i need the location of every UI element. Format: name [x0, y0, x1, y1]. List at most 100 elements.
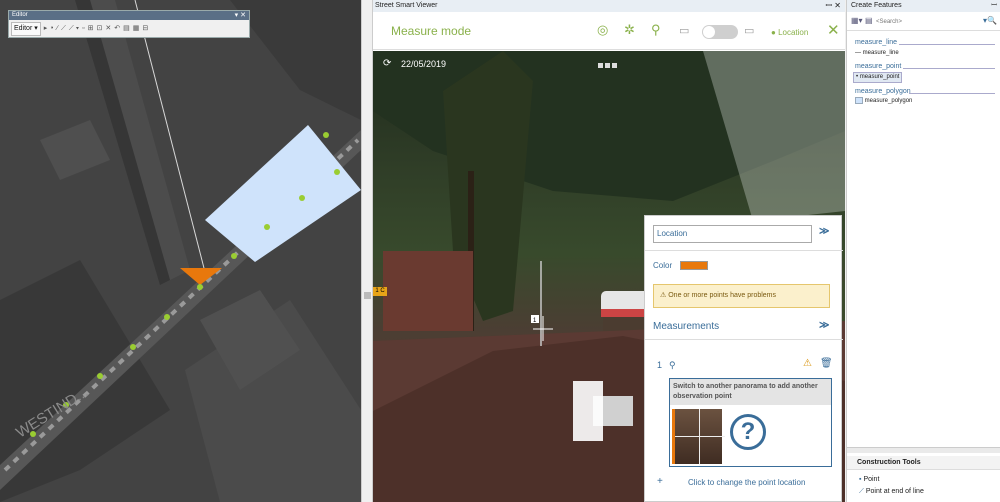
- map-point: [323, 132, 329, 138]
- help-icon[interactable]: ?: [730, 414, 766, 450]
- panel-divider: [645, 339, 843, 340]
- measurement-panel: Location ≫ Color ⚠ One or more points ha…: [644, 215, 843, 502]
- tool-point-at-end-of-line[interactable]: ⟋ Point at end of line: [859, 488, 924, 496]
- map-point: [164, 314, 170, 320]
- group-measure-point: measure_point: [855, 63, 902, 70]
- panorama-dots: [598, 61, 624, 68]
- organize-templates-icon[interactable]: ▦▾: [851, 16, 863, 25]
- editor-title: Editor: [12, 12, 28, 18]
- create-features-pane: Create Features ꟷ ▦▾ ▤ <Search> ▾🔍 measu…: [846, 0, 1000, 502]
- color-swatch[interactable]: [680, 261, 708, 270]
- location-select[interactable]: Location: [653, 225, 812, 243]
- measure-point-icon[interactable]: ⚲: [651, 22, 661, 38]
- template-measure-point[interactable]: • measure_point: [853, 72, 903, 83]
- panorama-marker-label: 1 C: [373, 287, 387, 296]
- house-wall: [383, 251, 473, 331]
- tool-point[interactable]: ▪ Point: [859, 476, 879, 483]
- observation-card: Switch to another panorama to add anothe…: [669, 378, 832, 467]
- ssv-window-controls[interactable]: ꟷ ✕: [826, 0, 841, 12]
- edit-vertices-icon[interactable]: ▫: [82, 23, 84, 35]
- collapse-chevron-icon[interactable]: ≫: [819, 226, 829, 237]
- location-label: Location: [778, 28, 809, 37]
- measure-mode-label: Measure mode: [391, 24, 472, 38]
- recording-date: 22/05/2019: [401, 59, 447, 69]
- attributes-icon[interactable]: ▤: [123, 23, 130, 35]
- templates-icon[interactable]: ▤: [865, 16, 873, 25]
- sketch-properties-icon[interactable]: ▦: [133, 23, 140, 35]
- map-canvas: WESTIND...: [0, 0, 361, 502]
- view-toggle[interactable]: [702, 25, 738, 39]
- pane-splitter[interactable]: [361, 0, 373, 502]
- measurements-chevron-icon[interactable]: ≫: [819, 320, 829, 331]
- create-features-icon[interactable]: ⊟: [142, 23, 148, 35]
- rotate-icon[interactable]: ↶: [114, 23, 120, 35]
- construction-tools-header: Construction Tools: [847, 456, 1000, 470]
- car-stripe: [601, 309, 649, 317]
- map-point: [231, 253, 237, 259]
- target-icon[interactable]: ◎: [597, 22, 608, 38]
- measurement-index: 1: [657, 360, 663, 370]
- window-right-icon[interactable]: ▭: [744, 24, 754, 37]
- group-divider: [899, 44, 995, 45]
- edit-annotation-icon[interactable]: ⁍: [50, 23, 54, 35]
- warning-icon: ⚠: [660, 292, 667, 299]
- editor-titlebar: Editor ▾ ✕: [9, 11, 249, 20]
- time-travel-icon[interactable]: ⟳: [383, 58, 391, 69]
- measurement-warning-icon: ⚠: [803, 358, 812, 369]
- location-link[interactable]: ● Location: [771, 28, 808, 37]
- warning-banner: ⚠ One or more points have problems: [653, 284, 830, 308]
- toggle-knob: [703, 26, 715, 38]
- pin-icon[interactable]: ✲: [624, 22, 635, 38]
- straight-segment-icon[interactable]: ∕: [57, 23, 58, 35]
- create-features-titlebar: Create Features ꟷ: [847, 0, 1000, 12]
- ssv-window-title: Street Smart Viewer: [375, 2, 438, 9]
- measure-point-icon: ⚲: [669, 360, 676, 370]
- splitter-grip-icon[interactable]: [364, 292, 371, 299]
- window-left-icon[interactable]: ▭: [679, 24, 689, 37]
- search-icon[interactable]: ▾🔍: [983, 16, 997, 25]
- add-observation-button[interactable]: +: [657, 476, 663, 487]
- reshape-icon[interactable]: ⊞: [88, 23, 94, 35]
- create-features-toolbar: ▦▾ ▤ <Search> ▾🔍: [847, 13, 1000, 31]
- edit-tool-icon[interactable]: ▸: [44, 23, 48, 35]
- map-point: [299, 195, 305, 201]
- trace-icon[interactable]: ⟋: [61, 23, 66, 35]
- panorama-view[interactable]: 1 ⟳ 22/05/2019 1 C Location ≫ Color ⚠ On…: [373, 51, 845, 502]
- delete-measurement-icon[interactable]: 🗑: [820, 358, 833, 369]
- car-partial-white: [573, 381, 603, 441]
- template-measure-line[interactable]: — measure_line: [853, 49, 901, 58]
- group-measure-line: measure_line: [855, 39, 898, 46]
- map-point: [197, 284, 203, 290]
- ssv-titlebar: Street Smart Viewer ꟷ ✕: [373, 0, 845, 12]
- map-point: [97, 373, 103, 379]
- group-measure-polygon: measure_polygon: [855, 88, 911, 95]
- close-measure-button[interactable]: ✕: [827, 21, 840, 39]
- editor-window-controls[interactable]: ▾ ✕: [235, 11, 246, 20]
- editor-tools: Editor ▾ ▸ ⁍ ∕ ⟋ ⟋ ▾ ▫ ⊞ ⊡ ✕ ↶ ▤ ▦ ⊟: [11, 22, 148, 36]
- panel-divider: [645, 250, 843, 251]
- warning-text: One or more points have problems: [668, 292, 777, 299]
- point-tool-icon: ▪: [859, 476, 862, 483]
- measurements-heading[interactable]: Measurements: [653, 321, 719, 332]
- cut-polygons-icon[interactable]: ⊡: [96, 23, 102, 35]
- segment-dropdown-icon[interactable]: ⟋ ▾: [69, 23, 79, 35]
- create-features-title: Create Features: [851, 2, 902, 9]
- map-point: [264, 224, 270, 230]
- pane-splitter[interactable]: [847, 447, 1000, 453]
- create-features-pin[interactable]: ꟷ: [991, 0, 997, 12]
- color-label: Color: [653, 261, 673, 270]
- group-divider: [909, 93, 995, 94]
- map-point: [130, 344, 136, 350]
- ssv-header: Measure mode ◎ ✲ ⚲ ▭ ▭ ● Location ✕: [373, 12, 845, 50]
- search-input[interactable]: <Search>: [873, 16, 981, 28]
- observation-thumbnail[interactable]: [672, 409, 725, 464]
- split-icon[interactable]: ✕: [105, 23, 111, 35]
- map-view[interactable]: WESTIND... Editor ▾ ✕ Editor ▾ ▸ ⁍ ∕ ⟋ ⟋…: [0, 0, 361, 502]
- template-measure-polygon[interactable]: measure_polygon: [853, 97, 914, 106]
- observation-hint: Switch to another panorama to add anothe…: [670, 379, 831, 405]
- change-point-location-link[interactable]: Click to change the point location: [688, 478, 805, 487]
- editor-toolbar: Editor ▾ ✕ Editor ▾ ▸ ⁍ ∕ ⟋ ⟋ ▾ ▫ ⊞ ⊡ ✕ …: [8, 10, 250, 38]
- map-point: [334, 169, 340, 175]
- point-end-line-icon: ⟋: [859, 488, 864, 495]
- editor-menu-button[interactable]: Editor ▾: [11, 22, 41, 36]
